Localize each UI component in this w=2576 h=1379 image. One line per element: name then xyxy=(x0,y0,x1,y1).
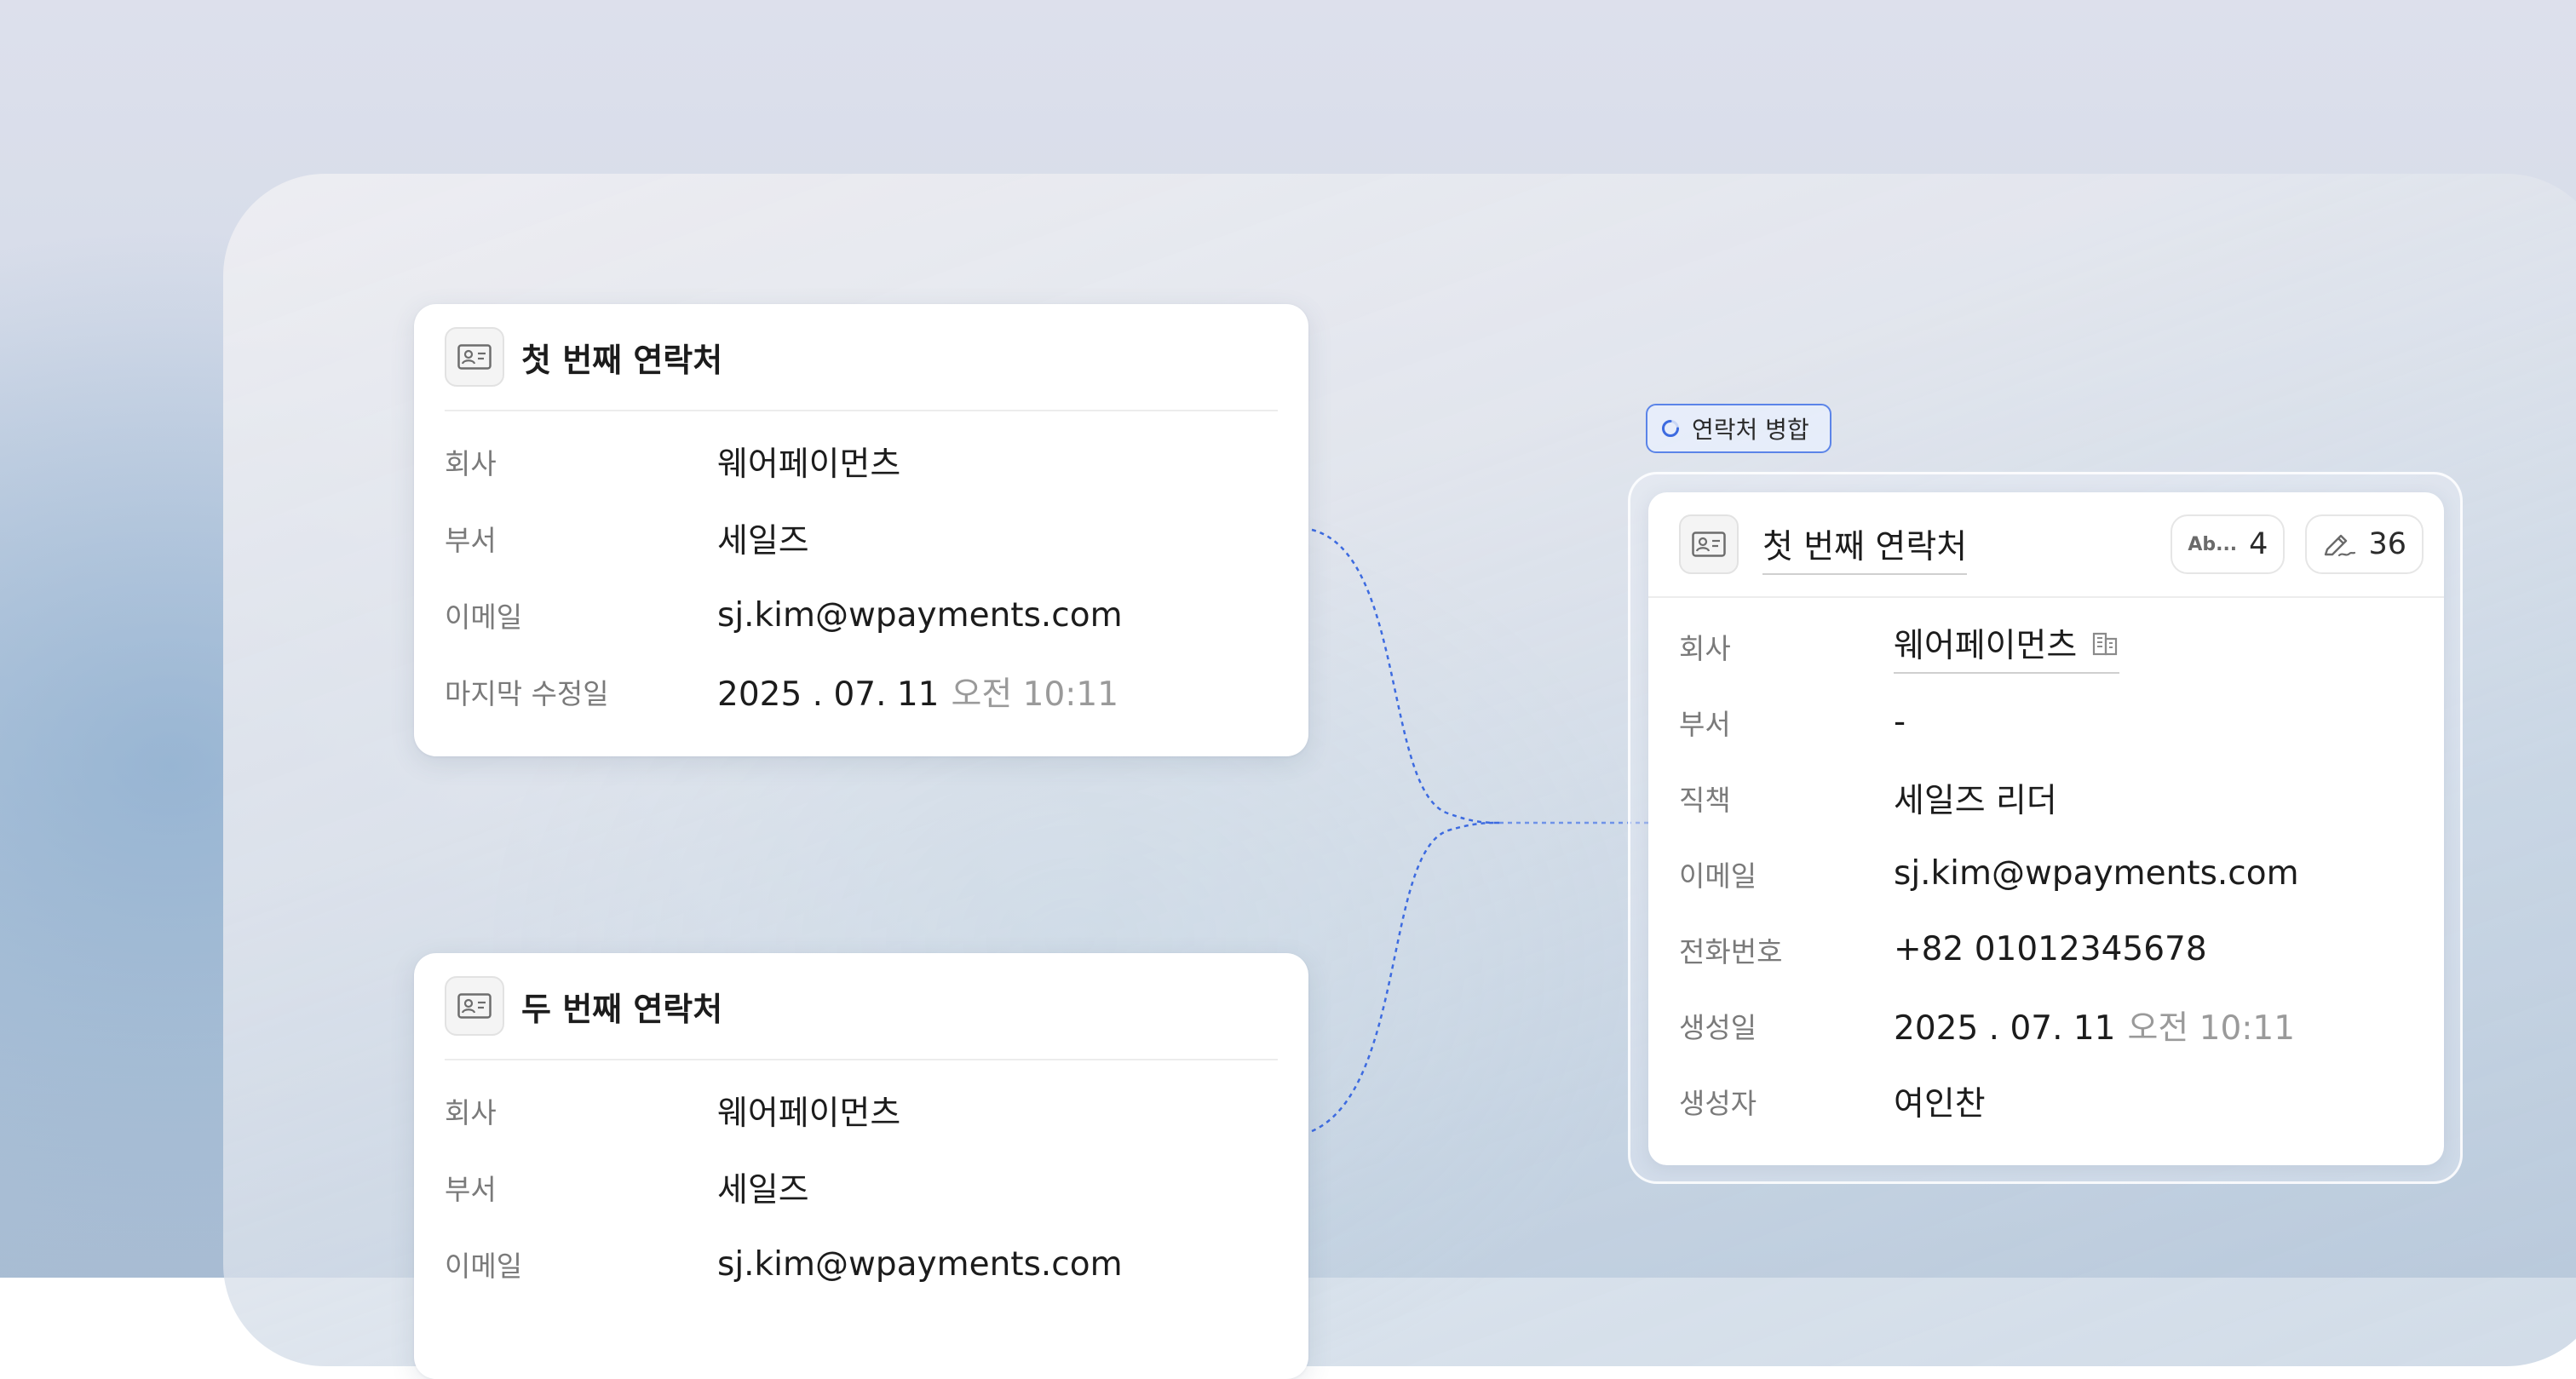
field-value: sj.kim@wpayments.com xyxy=(717,595,1123,635)
text-fields-count: 4 xyxy=(2249,527,2268,561)
field-row-department: 부서 - xyxy=(1679,684,2413,760)
contact-card-icon xyxy=(1679,514,1739,574)
signature-pen-icon xyxy=(2325,534,2356,557)
card-title: 두 번째 연락처 xyxy=(521,990,723,1028)
field-label: 부서 xyxy=(1679,707,1731,741)
second-contact-card[interactable]: 두 번째 연락처 회사 웨어페이먼츠 부서 세일즈 이메일 sj.kim@wpa… xyxy=(414,953,1308,1379)
field-row-phone: 전화번호 +82 01012345678 xyxy=(1679,911,2413,987)
field-value: 웨어페이먼츠 xyxy=(717,445,901,484)
company-field[interactable]: 웨어페이먼츠 xyxy=(1894,619,2120,674)
date-value: 2025 . 07. 11 xyxy=(717,675,940,714)
field-row-created-by: 생성자 여인찬 xyxy=(1679,1063,2413,1139)
first-contact-card[interactable]: 첫 번째 연락처 회사 웨어페이먼츠 부서 세일즈 이메일 sj.kim@wpa… xyxy=(414,304,1308,756)
card-header: 첫 번째 연락처 Ab... 4 36 xyxy=(1648,492,2444,598)
field-row-department: 부서 세일즈 xyxy=(445,500,1278,577)
field-label: 생성자 xyxy=(1679,1086,1757,1120)
field-row-email: 이메일 sj.kim@wpayments.com xyxy=(445,577,1278,653)
field-label: 전화번호 xyxy=(1679,934,1783,968)
field-value: 세일즈 xyxy=(717,522,809,560)
merged-contact-card[interactable]: 첫 번째 연락처 Ab... 4 36 회사 웨어페이먼츠 부서 - 직책 세일… xyxy=(1648,492,2444,1165)
edits-count: 36 xyxy=(2368,527,2406,561)
field-row-company: 회사 웨어페이먼츠 xyxy=(445,423,1278,500)
field-row-last-modified: 마지막 수정일 2025 . 07. 11 오전 10:11 xyxy=(445,653,1278,730)
field-label: 회사 xyxy=(445,1096,497,1129)
spinner-icon xyxy=(1662,420,1679,437)
field-label: 이메일 xyxy=(445,1250,523,1283)
merge-label: 연락처 병합 xyxy=(1692,416,1809,444)
field-row-company: 회사 웨어페이먼츠 xyxy=(445,1072,1278,1149)
field-row-department: 부서 세일즈 xyxy=(445,1149,1278,1226)
date-value: 2025 . 07. 11 xyxy=(1894,1008,2116,1048)
field-label: 회사 xyxy=(445,447,497,480)
field-row-email: 이메일 sj.kim@wpayments.com xyxy=(445,1226,1278,1302)
contact-card-icon xyxy=(445,327,504,387)
merge-contacts-badge: 연락처 병합 xyxy=(1646,404,1831,453)
field-label: 부서 xyxy=(445,524,497,557)
time-value: 오전 10:11 xyxy=(2127,1008,2296,1048)
connector-line-second xyxy=(1311,821,1500,1133)
card-header: 두 번째 연락처 xyxy=(445,953,1278,1060)
field-row-company: 회사 웨어페이먼츠 xyxy=(1679,608,2413,684)
field-row-job-title: 직책 세일즈 리더 xyxy=(1679,760,2413,836)
time-value: 오전 10:11 xyxy=(951,675,1119,714)
card-header: 첫 번째 연락처 xyxy=(445,304,1278,411)
contact-card-icon xyxy=(445,976,504,1036)
contact-name-field[interactable]: 첫 번째 연락처 xyxy=(1762,520,1968,575)
field-label: 회사 xyxy=(1679,631,1731,665)
field-value: 웨어페이먼츠 xyxy=(717,1095,901,1133)
edits-count-chip[interactable]: 36 xyxy=(2305,514,2424,574)
field-value: +82 01012345678 xyxy=(1894,930,2207,968)
connector-line-first xyxy=(1311,528,1500,825)
field-label: 이메일 xyxy=(1679,859,1757,893)
field-row-created-date: 생성일 2025 . 07. 11 오전 10:11 xyxy=(1679,987,2413,1063)
field-row-email: 이메일 sj.kim@wpayments.com xyxy=(1679,836,2413,911)
field-value: 세일즈 리더 xyxy=(1894,781,2057,820)
field-label: 이메일 xyxy=(445,600,523,634)
field-value: sj.kim@wpayments.com xyxy=(1894,854,2299,893)
field-label: 부서 xyxy=(445,1173,497,1206)
text-field-icon: Ab... xyxy=(2188,533,2238,555)
field-value: 여인찬 xyxy=(1894,1084,1986,1123)
field-label: 마지막 수정일 xyxy=(445,677,609,710)
field-label: 직책 xyxy=(1679,783,1731,817)
card-title: 첫 번째 연락처 xyxy=(521,341,723,379)
field-value: 세일즈 xyxy=(717,1171,809,1209)
field-label: 생성일 xyxy=(1679,1010,1757,1044)
field-value: 웨어페이먼츠 xyxy=(1894,626,2078,665)
field-value: 2025 . 07. 11 오전 10:11 xyxy=(1894,1002,2295,1049)
field-value: 2025 . 07. 11 오전 10:11 xyxy=(717,668,1118,715)
text-fields-count-chip[interactable]: Ab... 4 xyxy=(2171,514,2286,574)
building-icon xyxy=(2093,632,2118,655)
field-value: - xyxy=(1894,703,1906,741)
